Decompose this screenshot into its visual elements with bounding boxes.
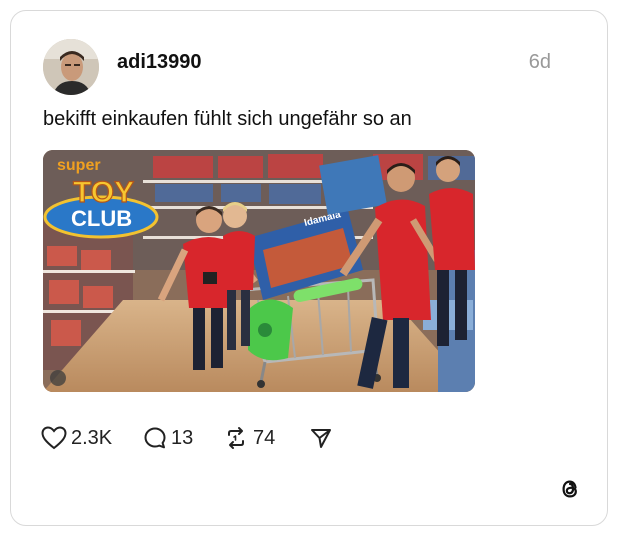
post-video[interactable]: super TOY CLUB Idamala	[43, 150, 475, 392]
video-frame: super TOY CLUB Idamala	[43, 150, 475, 392]
post-card: adi13990 6d bekifft einkaufen fühlt sich…	[10, 10, 608, 526]
reply-count: 13	[171, 426, 194, 449]
logo-line2: TOY	[73, 176, 134, 209]
video-indicator-icon	[50, 370, 66, 386]
like-button[interactable]: 2.3K	[41, 424, 112, 452]
comment-icon	[144, 427, 166, 449]
username[interactable]: adi13990	[117, 51, 202, 74]
post-text: bekifft einkaufen fühlt sich ungefähr so…	[43, 108, 412, 130]
logo-line3: CLUB	[71, 206, 132, 231]
avatar[interactable]	[43, 39, 99, 95]
repost-button[interactable]: 74	[223, 424, 275, 452]
repost-icon	[228, 427, 244, 449]
logo-line1: super	[57, 157, 101, 174]
threads-logo-icon[interactable]	[557, 476, 583, 502]
send-icon	[311, 429, 331, 448]
heart-icon	[41, 426, 67, 450]
share-button[interactable]	[309, 424, 333, 452]
reply-button[interactable]: 13	[143, 424, 193, 452]
post-timestamp: 6d	[528, 51, 551, 73]
like-count: 2.3K	[71, 426, 113, 449]
repost-count: 74	[253, 426, 276, 449]
